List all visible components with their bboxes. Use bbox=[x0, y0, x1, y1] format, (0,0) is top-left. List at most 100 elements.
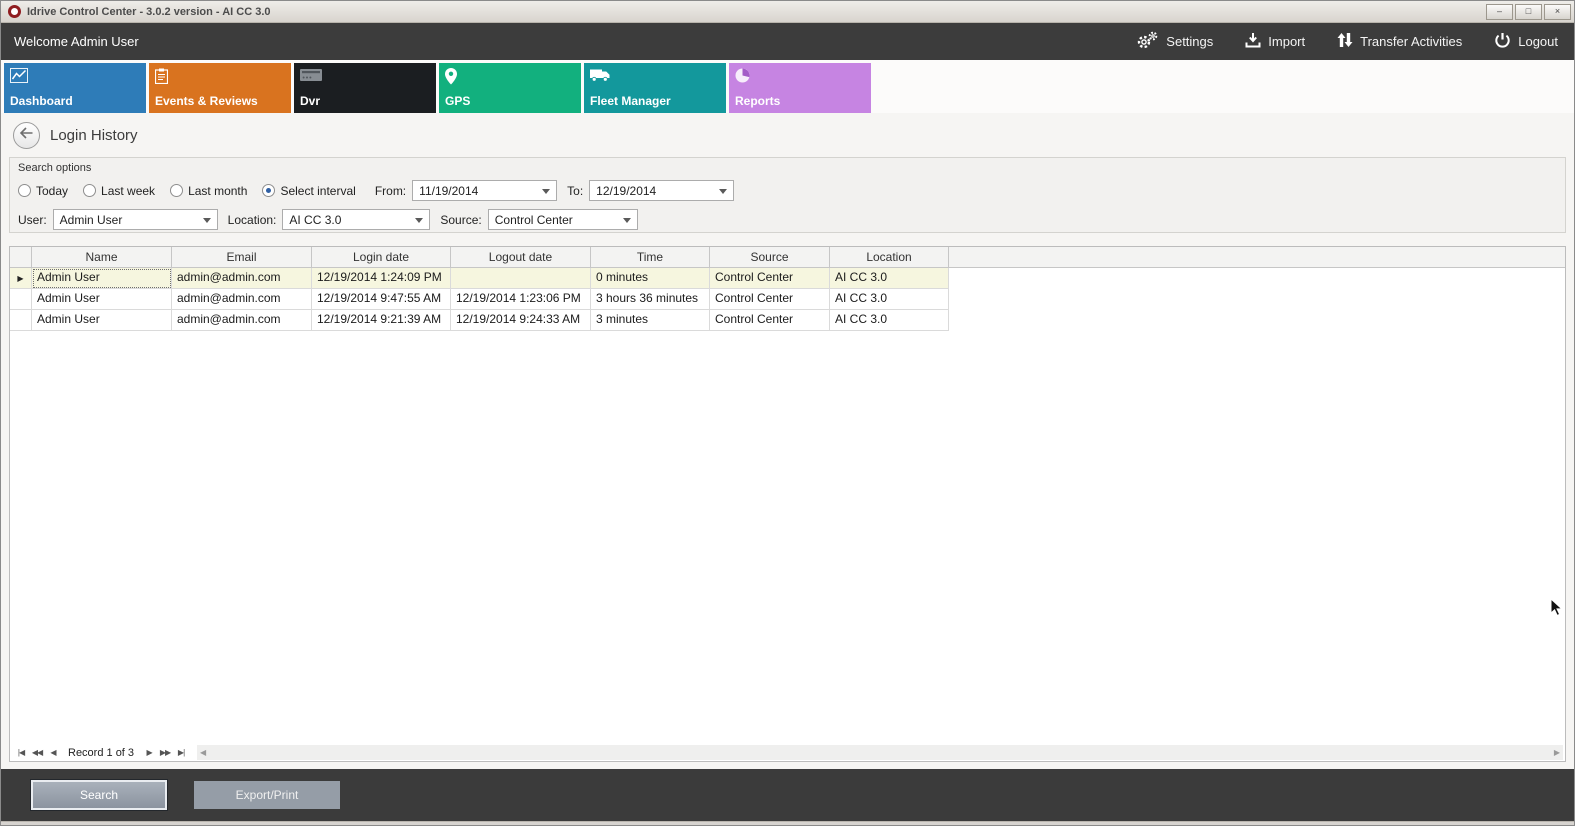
power-icon bbox=[1494, 32, 1511, 52]
tile-dvr[interactable]: Dvr bbox=[294, 63, 436, 113]
column-header-email[interactable]: Email bbox=[172, 247, 312, 267]
last-record-button[interactable]: ▶| bbox=[173, 745, 189, 760]
column-header-logout-date[interactable]: Logout date bbox=[451, 247, 591, 267]
tile-dashboard[interactable]: Dashboard bbox=[4, 63, 146, 113]
cell-login-date[interactable]: 12/19/2014 9:21:39 AM bbox=[312, 310, 451, 331]
cell-logout-date[interactable] bbox=[451, 268, 591, 289]
column-header-login-date[interactable]: Login date bbox=[312, 247, 451, 267]
cell-source[interactable]: Control Center bbox=[710, 310, 830, 331]
radio-last-week[interactable]: Last week bbox=[83, 184, 155, 198]
tile-gps[interactable]: GPS bbox=[439, 63, 581, 113]
back-button[interactable] bbox=[13, 122, 40, 149]
welcome-text: Welcome Admin User bbox=[14, 34, 139, 49]
from-label: From: bbox=[375, 184, 406, 198]
row-filler bbox=[949, 310, 1565, 331]
radio-select-interval-label: Select interval bbox=[280, 184, 355, 198]
column-header-time[interactable]: Time bbox=[591, 247, 710, 267]
cell-email[interactable]: admin@admin.com bbox=[172, 268, 312, 289]
radio-last-week-label: Last week bbox=[101, 184, 155, 198]
cell-logout-date[interactable]: 12/19/2014 9:24:33 AM bbox=[451, 310, 591, 331]
column-header-name[interactable]: Name bbox=[32, 247, 172, 267]
search-options-legend: Search options bbox=[18, 162, 1557, 174]
minimize-button[interactable]: – bbox=[1486, 4, 1513, 20]
user-dropdown[interactable]: Admin User bbox=[53, 209, 218, 230]
cell-location[interactable]: AI CC 3.0 bbox=[830, 289, 949, 310]
maximize-button[interactable]: □ bbox=[1515, 4, 1542, 20]
cell-logout-date[interactable]: 12/19/2014 1:23:06 PM bbox=[451, 289, 591, 310]
column-header-location[interactable]: Location bbox=[830, 247, 949, 267]
cell-time[interactable]: 3 minutes bbox=[591, 310, 710, 331]
radio-select-interval[interactable]: Select interval bbox=[262, 184, 355, 198]
next-record-button[interactable]: ▶ bbox=[141, 745, 157, 760]
search-button[interactable]: Search bbox=[31, 780, 167, 810]
radio-today-circle[interactable] bbox=[18, 184, 31, 197]
logout-button[interactable]: Logout bbox=[1494, 32, 1558, 52]
export-print-button[interactable]: Export/Print bbox=[194, 781, 340, 809]
cell-time[interactable]: 3 hours 36 minutes bbox=[591, 289, 710, 310]
gear-icon bbox=[1135, 31, 1159, 52]
cell-email[interactable]: admin@admin.com bbox=[172, 310, 312, 331]
close-button[interactable]: × bbox=[1544, 4, 1571, 20]
radio-last-month[interactable]: Last month bbox=[170, 184, 247, 198]
cell-source[interactable]: Control Center bbox=[710, 268, 830, 289]
radio-today[interactable]: Today bbox=[18, 184, 68, 198]
record-navigator: |◀ ◀◀ ◀ Record 1 of 3 ▶ ▶▶ ▶| ◀ ▶ bbox=[10, 744, 1565, 761]
login-history-grid: Name Email Login date Logout date Time S… bbox=[9, 246, 1566, 762]
from-date-dropdown[interactable]: 11/19/2014 bbox=[412, 180, 557, 201]
cell-source[interactable]: Control Center bbox=[710, 289, 830, 310]
next-page-button[interactable]: ▶▶ bbox=[157, 745, 173, 760]
radio-last-month-circle[interactable] bbox=[170, 184, 183, 197]
row-indicator bbox=[10, 310, 32, 331]
top-bar-actions: Settings Import Transfer Activities Logo… bbox=[1135, 31, 1558, 52]
window-title: Idrive Control Center - 3.0.2 version - … bbox=[27, 6, 271, 18]
settings-button[interactable]: Settings bbox=[1135, 31, 1213, 52]
import-button[interactable]: Import bbox=[1245, 32, 1305, 51]
table-row[interactable]: Admin User admin@admin.com 12/19/2014 9:… bbox=[10, 289, 1565, 310]
tile-fleet-manager[interactable]: Fleet Manager bbox=[584, 63, 726, 113]
tile-dvr-label: Dvr bbox=[300, 94, 320, 108]
grid-header-indicator bbox=[10, 247, 32, 267]
scroll-left-icon[interactable]: ◀ bbox=[200, 748, 206, 757]
cell-login-date[interactable]: 12/19/2014 1:24:09 PM bbox=[312, 268, 451, 289]
to-date-dropdown[interactable]: 12/19/2014 bbox=[589, 180, 734, 201]
nav-tiles: Dashboard Events & Reviews Dvr GPS Fleet… bbox=[1, 60, 1574, 113]
logout-label: Logout bbox=[1518, 34, 1558, 49]
table-row[interactable]: Admin User admin@admin.com 12/19/2014 9:… bbox=[10, 310, 1565, 331]
location-dropdown[interactable]: AI CC 3.0 bbox=[282, 209, 430, 230]
radio-select-interval-circle[interactable] bbox=[262, 184, 275, 197]
cell-name[interactable]: Admin User bbox=[32, 310, 172, 331]
transfer-icon bbox=[1337, 32, 1353, 51]
first-record-button[interactable]: |◀ bbox=[13, 745, 29, 760]
pie-chart-icon bbox=[735, 68, 750, 88]
radio-today-label: Today bbox=[36, 184, 68, 198]
clipboard-icon bbox=[155, 68, 168, 89]
radio-last-month-label: Last month bbox=[188, 184, 247, 198]
scroll-right-icon[interactable]: ▶ bbox=[1554, 748, 1560, 757]
app-window: Idrive Control Center - 3.0.2 version - … bbox=[0, 0, 1575, 826]
horizontal-scrollbar[interactable]: ◀ ▶ bbox=[197, 745, 1563, 760]
prev-page-button[interactable]: ◀◀ bbox=[29, 745, 45, 760]
source-dropdown[interactable]: Control Center bbox=[488, 209, 638, 230]
row-filler bbox=[949, 268, 1565, 289]
cell-location[interactable]: AI CC 3.0 bbox=[830, 268, 949, 289]
column-header-source[interactable]: Source bbox=[710, 247, 830, 267]
location-label: Location: bbox=[228, 213, 277, 227]
cell-location[interactable]: AI CC 3.0 bbox=[830, 310, 949, 331]
cell-name[interactable]: Admin User bbox=[32, 289, 172, 310]
tile-events-reviews[interactable]: Events & Reviews bbox=[149, 63, 291, 113]
cell-email[interactable]: admin@admin.com bbox=[172, 289, 312, 310]
transfer-activities-button[interactable]: Transfer Activities bbox=[1337, 32, 1462, 51]
page-header: Login History bbox=[1, 113, 1574, 157]
prev-record-button[interactable]: ◀ bbox=[45, 745, 61, 760]
radio-last-week-circle[interactable] bbox=[83, 184, 96, 197]
dvr-icon bbox=[300, 68, 322, 86]
cell-time[interactable]: 0 minutes bbox=[591, 268, 710, 289]
title-bar: Idrive Control Center - 3.0.2 version - … bbox=[1, 1, 1574, 23]
tile-dashboard-label: Dashboard bbox=[10, 94, 73, 108]
tile-reports[interactable]: Reports bbox=[729, 63, 871, 113]
cell-name[interactable]: Admin User bbox=[32, 268, 172, 289]
cell-login-date[interactable]: 12/19/2014 9:47:55 AM bbox=[312, 289, 451, 310]
table-row[interactable]: ▶ Admin User admin@admin.com 12/19/2014 … bbox=[10, 268, 1565, 289]
user-label: User: bbox=[18, 213, 47, 227]
settings-label: Settings bbox=[1166, 34, 1213, 49]
